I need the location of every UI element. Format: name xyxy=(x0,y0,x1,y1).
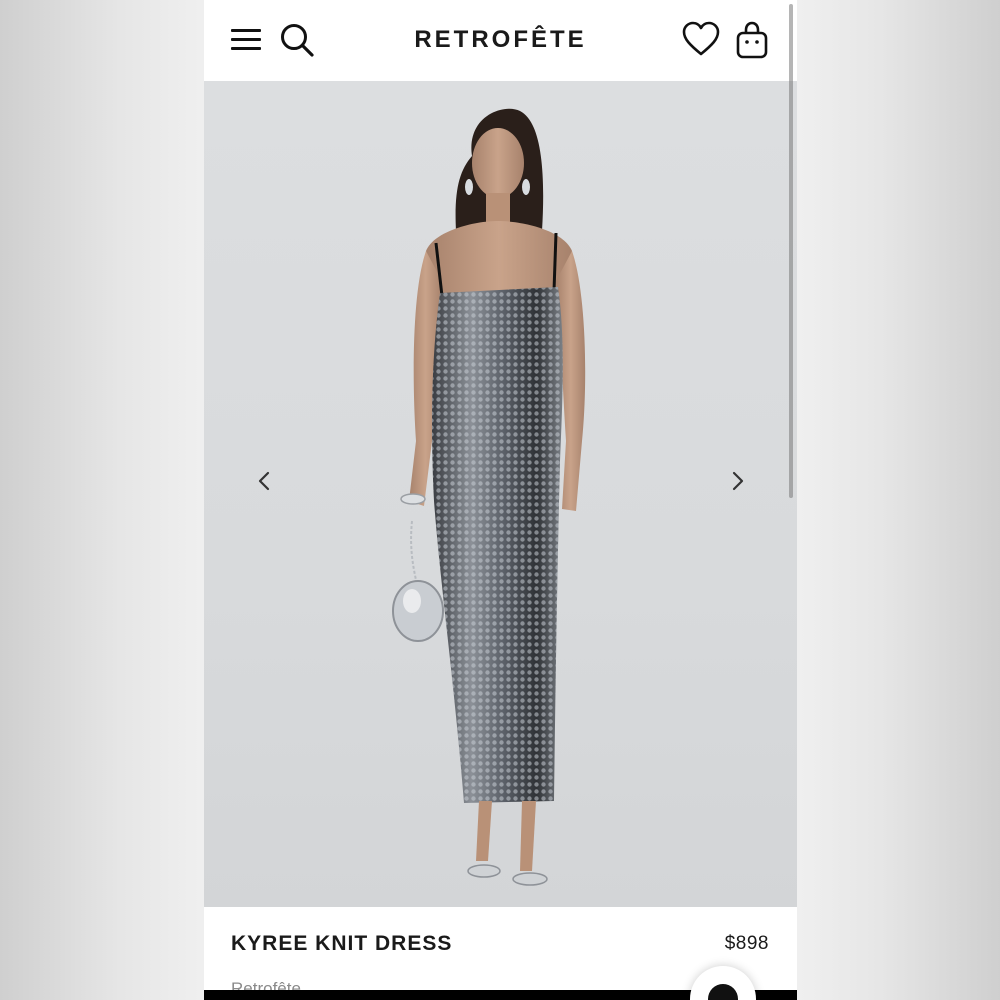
page-scrollbar[interactable] xyxy=(789,4,793,498)
chevron-left-icon[interactable] xyxy=(256,469,272,493)
site-header: RETROFÊTE xyxy=(204,0,797,81)
chat-icon xyxy=(708,984,738,1000)
product-price: $898 xyxy=(724,933,769,954)
product-title: KYREE KNIT DRESS xyxy=(231,932,453,955)
product-page: RETROFÊTE KYREE KNIT DRESS $898 Retrofêt… xyxy=(204,0,797,1000)
heart-icon[interactable] xyxy=(682,21,720,57)
chevron-right-icon[interactable] xyxy=(730,469,746,493)
bag-icon[interactable] xyxy=(734,20,770,60)
product-image[interactable] xyxy=(204,81,797,907)
model-illustration xyxy=(392,108,586,886)
